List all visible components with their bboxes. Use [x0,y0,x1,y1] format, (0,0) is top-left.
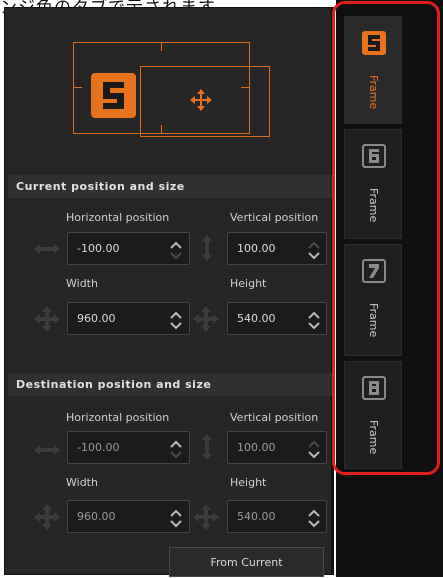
vertical-arrows-icon [200,434,214,464]
preview-tick-left [74,87,82,88]
resize-width-icon [34,306,60,336]
current-section-title: Current position and size [8,175,332,198]
tab-highlight-outline [332,1,440,475]
horizontal-arrows-icon [34,442,60,461]
destination-width-input[interactable]: 960.00 [67,500,190,533]
resize-height-icon [193,306,219,336]
preview-tick-top [161,43,162,51]
current-width-input[interactable]: 960.00 [67,302,190,335]
current-vertical-input[interactable]: 100.00 [227,232,327,265]
vertical-arrows-icon [200,235,214,265]
resize-height-icon [193,504,219,534]
horizontal-arrows-icon [34,241,60,260]
spinner-icon[interactable] [168,310,184,330]
destination-horizontal-label: Horizontal position [66,411,170,424]
spinner-icon[interactable] [306,508,322,528]
current-horizontal-input[interactable]: -100.00 [67,232,190,265]
spinner-icon[interactable] [306,310,322,330]
destination-horizontal-input[interactable]: -100.00 [67,431,190,464]
destination-height-input[interactable]: 540.00 [227,500,327,533]
destination-vertical-input[interactable]: 100.00 [227,431,327,464]
resize-width-icon [34,504,60,534]
from-current-button[interactable]: From Current [169,547,324,577]
current-vertical-label: Vertical position [230,211,319,224]
spinner-icon[interactable] [306,439,322,459]
spinner-icon[interactable] [168,439,184,459]
frame-5-badge-icon [91,73,136,118]
destination-vertical-label: Vertical position [230,411,319,424]
spinner-icon[interactable] [168,508,184,528]
current-horizontal-label: Horizontal position [66,211,170,224]
spinner-icon[interactable] [168,240,184,260]
current-height-label: Height [230,277,267,290]
current-height-input[interactable]: 540.00 [227,302,327,335]
move-icon[interactable] [190,89,212,115]
destination-height-label: Height [230,476,267,489]
current-width-label: Width [66,277,98,290]
destination-section-title: Destination position and size [8,373,332,396]
spinner-icon[interactable] [306,240,322,260]
destination-width-label: Width [66,476,98,489]
